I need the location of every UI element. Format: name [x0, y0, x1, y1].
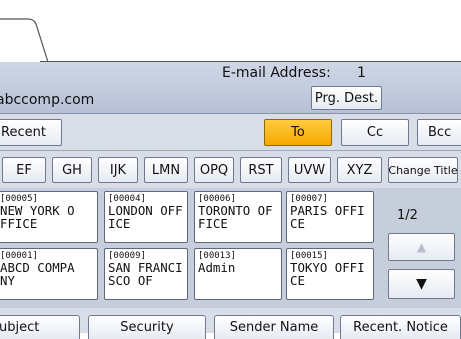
destination-entry[interactable]: [00007] PARIS OFFI CE — [286, 191, 374, 243]
entry-name-line1: Admin — [198, 260, 236, 275]
destination-entry[interactable]: [00013] Admin — [194, 248, 282, 300]
destination-entry[interactable]: [00009] SAN FRANCI SCO OF — [104, 248, 188, 300]
to-button[interactable]: To — [264, 119, 332, 146]
scroll-down-button[interactable]: ▼ — [388, 269, 455, 299]
destination-entry[interactable]: [00001] ABCD COMPA NY — [0, 248, 98, 300]
change-title-button[interactable]: Change Title — [388, 157, 458, 183]
index-tab-xyz[interactable]: XYZ — [337, 157, 382, 183]
tab-subject[interactable]: ubject — [0, 315, 80, 339]
cc-button[interactable]: Cc — [341, 119, 409, 146]
tab-security[interactable]: Security — [88, 315, 206, 339]
bcc-button[interactable]: Bcc — [417, 119, 461, 146]
program-destination-button[interactable]: Prg. Dest. — [311, 86, 382, 110]
triangle-down-icon: ▼ — [416, 276, 427, 292]
index-tab-lmn[interactable]: LMN — [144, 157, 188, 183]
entry-name-line2: CE — [290, 273, 305, 288]
page-indicator: 1/2 — [397, 208, 418, 223]
index-tab-rst[interactable]: RST — [240, 157, 282, 183]
tab-recept-notice[interactable]: Recent. Notice — [340, 315, 461, 339]
entry-name-line2: FICE — [198, 216, 228, 231]
scroll-up-button[interactable]: ▲ — [388, 233, 455, 261]
index-tab-ef[interactable]: EF — [2, 157, 46, 183]
entry-name-line2: ICE — [108, 216, 131, 231]
index-tab-ijk[interactable]: IJK — [98, 157, 138, 183]
destination-entry[interactable]: [00015] TOKYO OFFI CE — [286, 248, 374, 300]
tab-shape[interactable] — [0, 18, 70, 62]
index-tab-opq[interactable]: OPQ — [194, 157, 234, 183]
index-tab-uvw[interactable]: UVW — [288, 157, 331, 183]
email-address-value: abccomp.com — [0, 92, 95, 108]
destination-entry[interactable]: [00004] LONDON OFF ICE — [104, 191, 188, 243]
entry-name-line2: CE — [290, 216, 305, 231]
destination-entry[interactable]: [00006] TORONTO OF FICE — [194, 191, 282, 243]
tab-sender-name[interactable]: Sender Name — [214, 315, 334, 339]
entry-name-line2: NY — [0, 273, 15, 288]
triangle-up-icon: ▲ — [416, 240, 427, 254]
index-tab-gh[interactable]: GH — [52, 157, 92, 183]
recent-button[interactable]: Recent — [0, 119, 62, 146]
email-address-count: 1 — [357, 65, 366, 81]
email-address-label: E-mail Address: — [222, 65, 331, 81]
entry-name-line2: FFICE — [0, 216, 38, 231]
destination-entry[interactable]: [00005] NEW YORK O FFICE — [0, 191, 98, 243]
entry-name-line2: SCO OF — [108, 273, 153, 288]
